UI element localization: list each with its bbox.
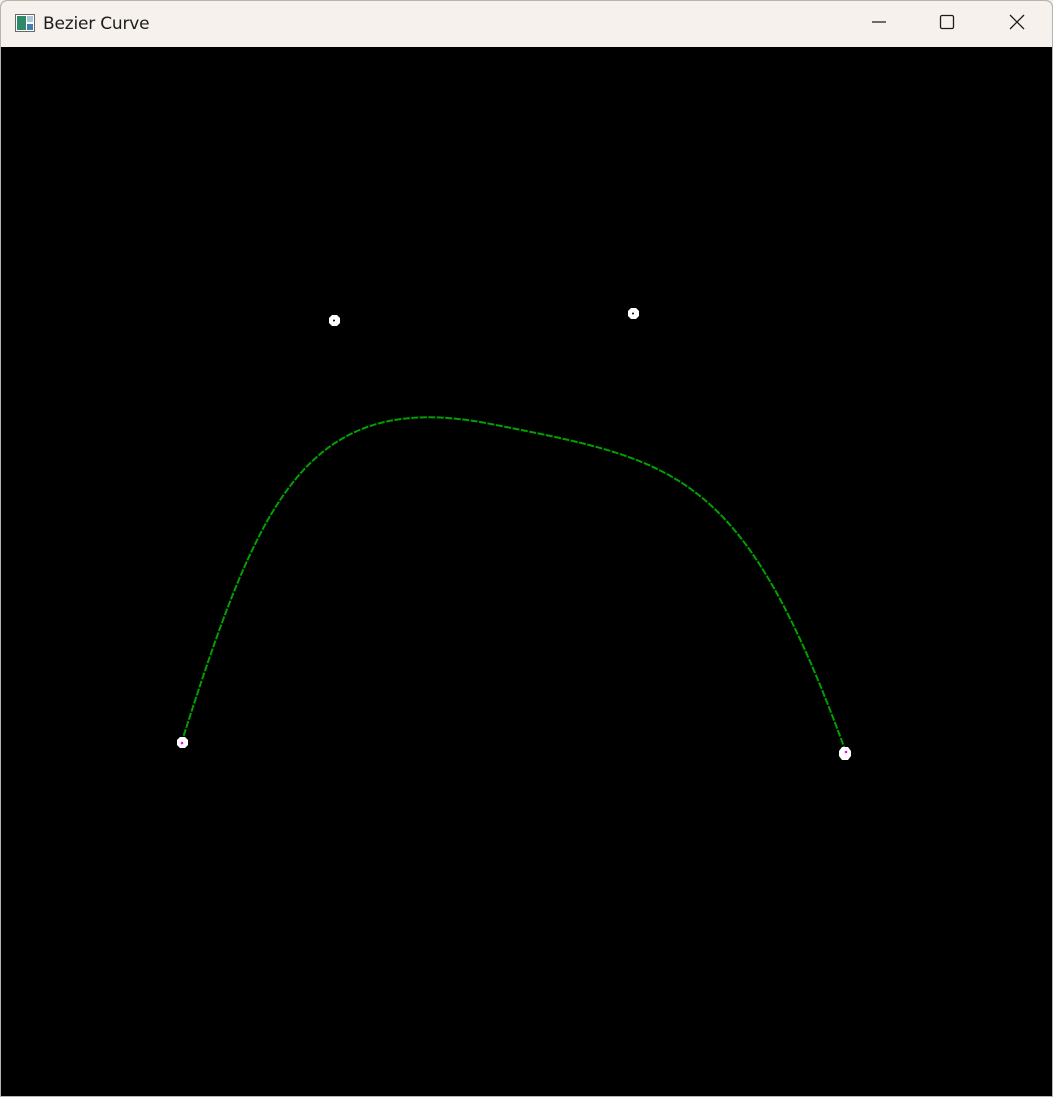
endpoint-marker: [844, 750, 848, 754]
endpoint-marker: [180, 741, 184, 745]
bezier-canvas[interactable]: [3, 47, 1052, 1096]
app-window: Bezier Curve: [0, 0, 1053, 1097]
close-button[interactable]: [982, 1, 1052, 47]
control-point-p3[interactable]: [839, 747, 851, 760]
title-bar[interactable]: Bezier Curve: [1, 1, 1052, 47]
minimize-icon: [871, 14, 887, 35]
bezier-curve: [180, 416, 848, 756]
close-icon: [1008, 13, 1026, 36]
maximize-button[interactable]: [912, 1, 982, 47]
window-title: Bezier Curve: [43, 14, 150, 34]
control-point-p0[interactable]: [177, 737, 188, 748]
control-point-p2[interactable]: [628, 308, 639, 319]
app-window-icon: [15, 14, 35, 32]
control-point-p1[interactable]: [329, 315, 340, 326]
minimize-button[interactable]: [844, 1, 914, 47]
maximize-icon: [939, 14, 955, 35]
bezier-canvas-svg: [177, 308, 851, 760]
